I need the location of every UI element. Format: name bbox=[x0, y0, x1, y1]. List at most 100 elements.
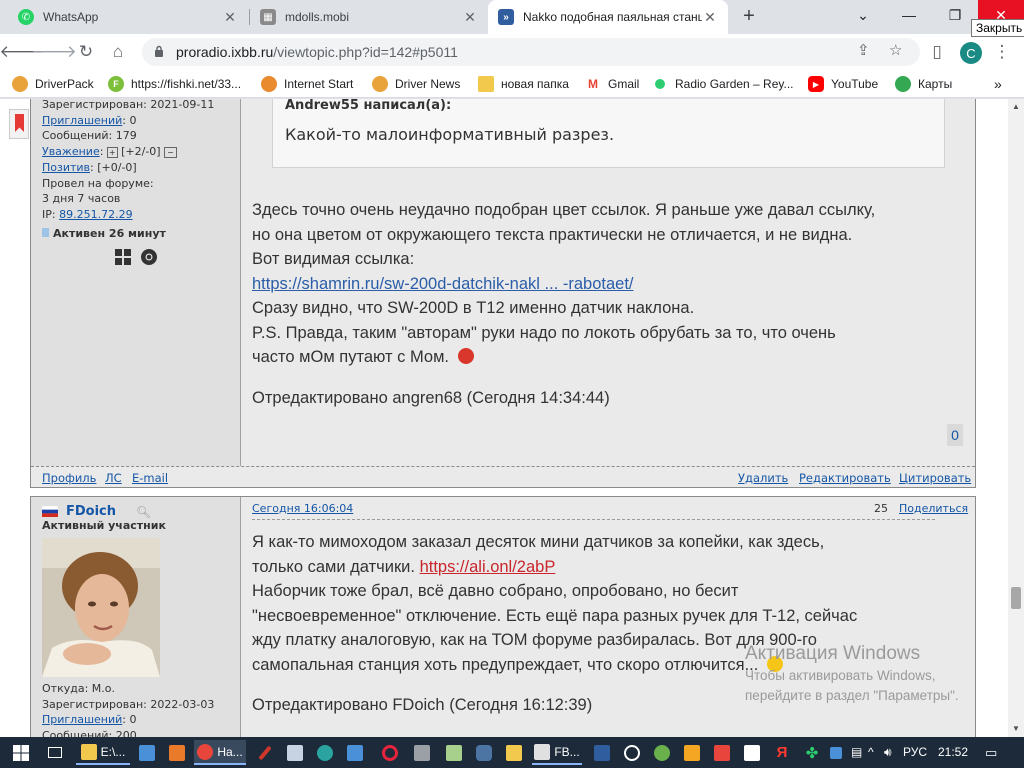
taskbar-app[interactable] bbox=[255, 740, 275, 765]
start-button[interactable] bbox=[6, 740, 36, 765]
bookmark-driver-news[interactable]: Driver News bbox=[372, 75, 460, 93]
author-name[interactable]: FDoich bbox=[66, 504, 116, 519]
bookmark-youtube[interactable]: ▶ YouTube bbox=[808, 75, 878, 93]
delete-link[interactable]: Удалить bbox=[738, 471, 788, 485]
taskbar-app[interactable] bbox=[285, 740, 305, 765]
new-tab-button[interactable]: + bbox=[737, 5, 761, 29]
post-author-info: Зарегистрирован: 2021-09-11 Приглашений:… bbox=[31, 99, 241, 466]
page-scrollbar[interactable]: ▲ ▼ bbox=[1008, 99, 1024, 737]
taskbar-app[interactable] bbox=[444, 740, 464, 765]
sidepanel-button[interactable]: ▯ bbox=[923, 38, 951, 66]
bookmark-maps[interactable]: Карты bbox=[895, 75, 952, 93]
whatsapp-icon: ✆ bbox=[18, 9, 34, 25]
shamrin-link[interactable]: https://shamrin.ru/sw-200d-datchik-nakl … bbox=[252, 275, 634, 293]
taskbar-app[interactable] bbox=[166, 740, 188, 765]
forward-button[interactable]: 🡒 bbox=[31, 38, 77, 66]
taskbar-app[interactable] bbox=[742, 740, 762, 765]
tab-whatsapp[interactable]: ✆ WhatsApp ✕ bbox=[8, 0, 248, 34]
app-icon bbox=[654, 744, 670, 761]
star-icon[interactable]: ☆ bbox=[889, 41, 902, 59]
bookmark-radio-garden[interactable]: Radio Garden – Rey... bbox=[655, 75, 794, 93]
messages-count: Сообщений: 179 bbox=[42, 129, 137, 142]
taskbar-app[interactable] bbox=[828, 740, 844, 765]
taskbar-app[interactable] bbox=[682, 740, 702, 765]
minus-icon[interactable]: − bbox=[164, 146, 177, 158]
taskbar-app[interactable] bbox=[652, 740, 672, 765]
taskbar-opera[interactable] bbox=[380, 740, 400, 765]
menu-button[interactable]: ⋮ bbox=[988, 38, 1016, 66]
taskbar-app[interactable]: ✤ bbox=[802, 740, 822, 765]
post-body: Andrew55 написал(а): Какой-то малоинформ… bbox=[241, 99, 975, 466]
taskbar-app[interactable] bbox=[622, 740, 642, 765]
tab-hakko[interactable]: » Nakko подобная паяльная станц ✕ bbox=[488, 0, 728, 34]
ali-link[interactable]: https://ali.onl/2abP bbox=[420, 558, 556, 576]
home-button[interactable]: ⌂ bbox=[104, 38, 132, 66]
folder-icon bbox=[80, 743, 97, 760]
invites-link[interactable]: Приглашений bbox=[42, 114, 122, 127]
language-indicator[interactable]: РУС bbox=[903, 745, 927, 759]
email-link[interactable]: E-mail bbox=[132, 471, 168, 485]
close-tab-icon[interactable]: ✕ bbox=[462, 9, 478, 26]
taskbar-app[interactable] bbox=[712, 740, 732, 765]
windows-activation-text: Чтобы активировать Windows, перейдите в … bbox=[745, 668, 959, 703]
taskbar-app[interactable] bbox=[412, 740, 432, 765]
profile-avatar[interactable]: C bbox=[960, 42, 982, 64]
positive-link[interactable]: Позитив bbox=[42, 161, 90, 174]
fb-icon bbox=[534, 743, 551, 760]
taskbar-fb[interactable]: FB... bbox=[532, 740, 582, 765]
post-date-link[interactable]: Сегодня 16:06:04 bbox=[252, 502, 353, 515]
taskbar-explorer[interactable]: E:\... bbox=[76, 740, 130, 765]
invites-link[interactable]: Приглашений bbox=[42, 713, 122, 726]
respect-link[interactable]: Уважение bbox=[42, 145, 100, 158]
scroll-up-icon[interactable]: ▲ bbox=[1008, 99, 1024, 115]
tab-title: Nakko подобная паяльная станц bbox=[523, 10, 702, 24]
task-view-button[interactable] bbox=[42, 740, 68, 765]
address-bar[interactable]: proradio.ixbb.ru/viewtopic.php?id=142#p5… bbox=[142, 38, 920, 66]
close-tab-icon[interactable]: ✕ bbox=[702, 9, 718, 26]
share-link[interactable]: Поделиться bbox=[899, 502, 968, 515]
clock[interactable]: 21:52 bbox=[938, 745, 968, 759]
taskbar-chrome[interactable]: На... bbox=[194, 740, 246, 765]
taskbar-app[interactable] bbox=[592, 740, 612, 765]
search-icon[interactable]: 🔍︎ bbox=[136, 505, 151, 519]
bookmark-internet-start[interactable]: Internet Start bbox=[261, 75, 353, 93]
notifications-icon[interactable]: ▭ bbox=[985, 745, 997, 761]
chrome-icon bbox=[141, 248, 157, 265]
pm-link[interactable]: ЛС bbox=[105, 471, 122, 485]
ip-link[interactable]: 89.251.72.29 bbox=[59, 208, 132, 221]
fishki-icon: F bbox=[108, 76, 124, 92]
tab-search-button[interactable]: ⌄ bbox=[840, 0, 886, 30]
plus-icon[interactable]: + bbox=[106, 146, 118, 158]
taskbar-app[interactable] bbox=[504, 740, 524, 765]
bookmark-fishki[interactable]: Fhttps://fishki.net/33... bbox=[108, 75, 241, 93]
more-bookmarks-icon[interactable]: » bbox=[994, 75, 1002, 93]
volume-icon[interactable]: 🔊︎ bbox=[884, 745, 892, 760]
share-icon[interactable]: ⇪ bbox=[857, 41, 870, 59]
edit-link[interactable]: Редактировать bbox=[799, 471, 891, 485]
scroll-down-icon[interactable]: ▼ bbox=[1008, 721, 1024, 737]
bookmark-driverpack[interactable]: DriverPack bbox=[12, 75, 94, 93]
taskbar-app[interactable] bbox=[345, 740, 365, 765]
quote-link[interactable]: Цитировать bbox=[899, 471, 971, 485]
profile-link[interactable]: Профиль bbox=[42, 471, 96, 485]
likes-counter[interactable]: 0 bbox=[947, 424, 963, 446]
registered-date: Зарегистрирован: 2022-03-03 bbox=[42, 697, 215, 711]
scroll-thumb[interactable] bbox=[1011, 587, 1021, 609]
taskbar-app[interactable] bbox=[136, 740, 158, 765]
close-tab-icon[interactable]: ✕ bbox=[222, 9, 238, 26]
avatar bbox=[42, 538, 160, 677]
archive-icon bbox=[169, 744, 185, 761]
document-icon bbox=[287, 744, 303, 761]
taskbar-yandex[interactable]: Я bbox=[772, 740, 792, 765]
taskbar-vk[interactable] bbox=[474, 740, 494, 765]
bookmark-folder[interactable]: новая папка bbox=[478, 75, 569, 93]
network-icon[interactable]: ▤ bbox=[851, 745, 862, 759]
page-bookmark-icon[interactable] bbox=[9, 109, 29, 139]
tray-chevron-icon[interactable]: ^ bbox=[868, 745, 874, 759]
bookmark-gmail[interactable]: M Gmail bbox=[585, 75, 639, 93]
taskbar-app[interactable] bbox=[315, 740, 335, 765]
tab-mdolls[interactable]: ▦ mdolls.mobi ✕ bbox=[250, 0, 488, 34]
minimize-button[interactable]: — bbox=[886, 0, 932, 30]
post-header: Сегодня 16:06:04 25 Поделиться bbox=[252, 502, 968, 520]
reload-button[interactable]: ↻ bbox=[72, 38, 100, 66]
